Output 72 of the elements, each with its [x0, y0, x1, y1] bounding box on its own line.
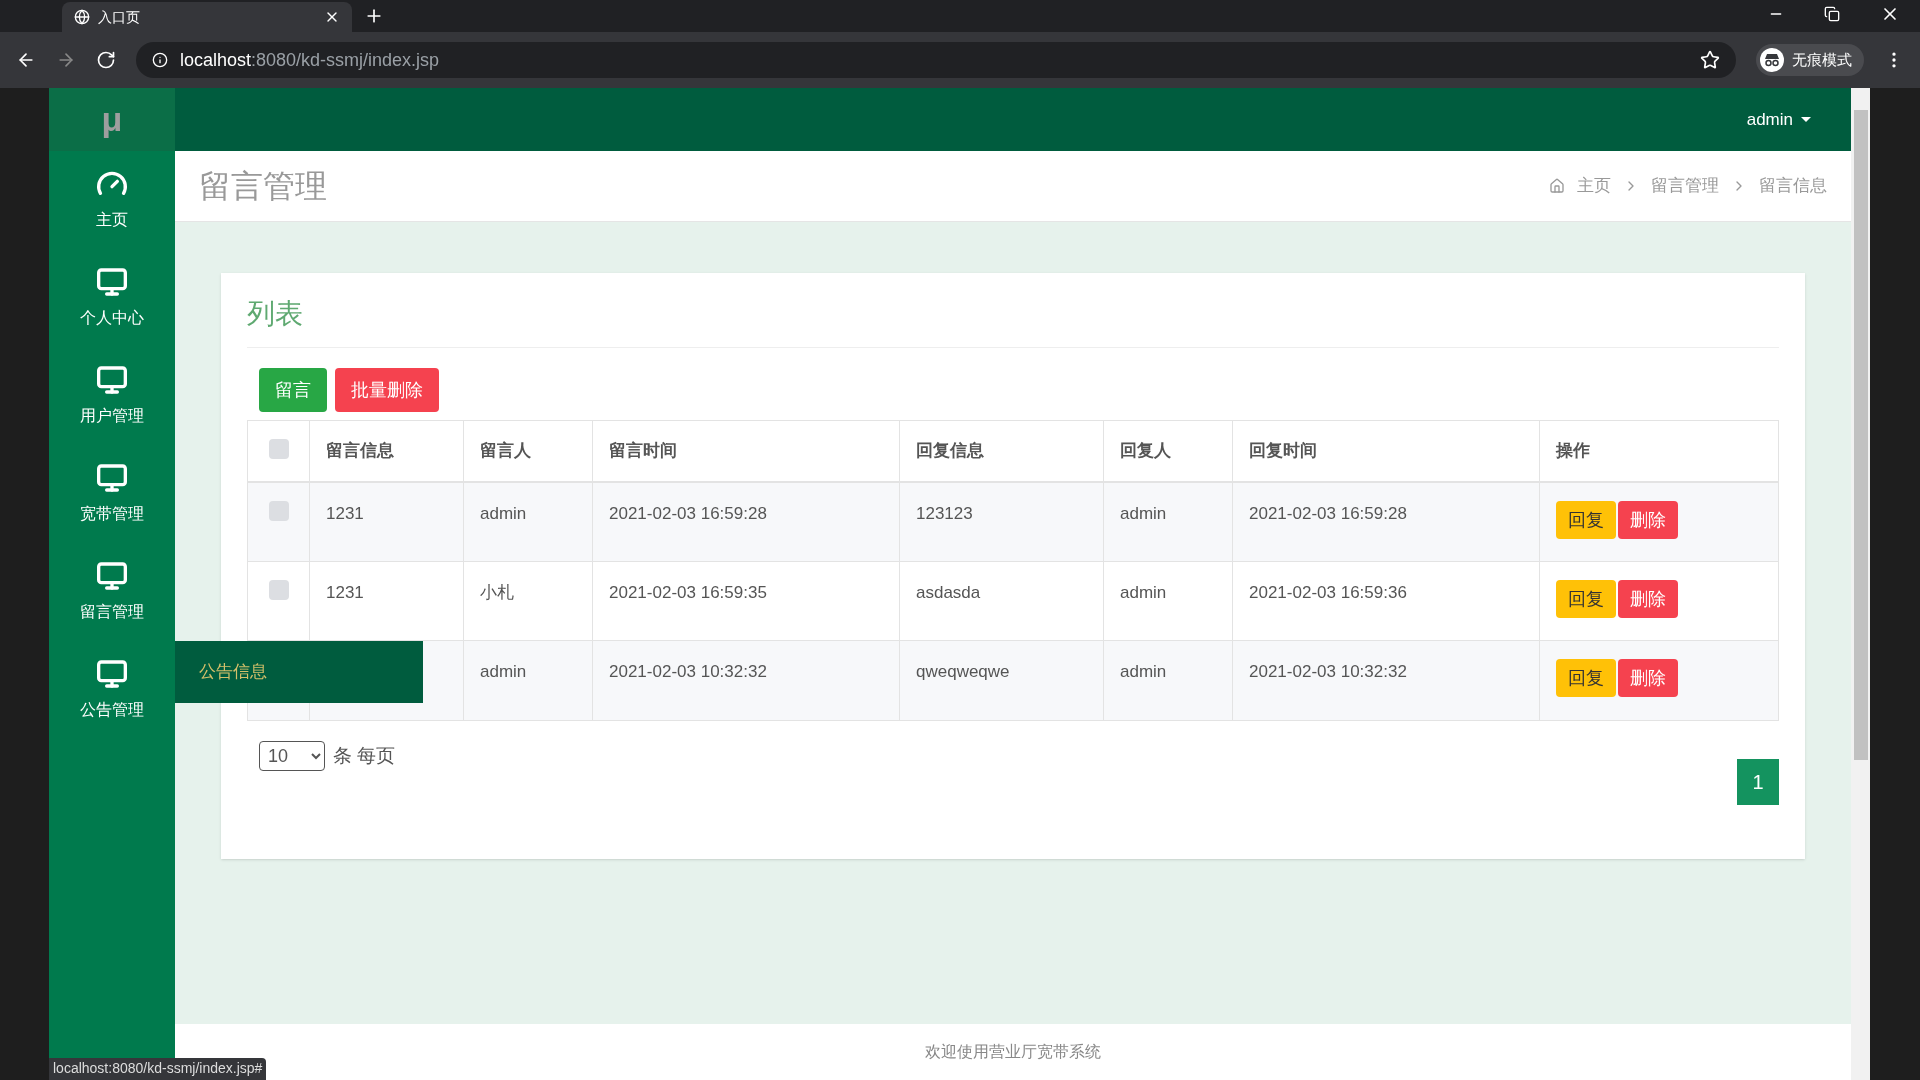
page-size-select[interactable]: 10 — [259, 741, 325, 771]
monitor-icon — [96, 462, 128, 494]
column-header: 操作 — [1554, 440, 1591, 463]
table-cell: 123123 — [916, 504, 973, 523]
row-action-button[interactable]: 回复 — [1556, 580, 1616, 618]
sidebar-item[interactable]: 宽带管理 — [49, 445, 175, 543]
table-cell: 1231 — [326, 583, 364, 602]
table-cell: admin — [1120, 504, 1167, 523]
action-button[interactable]: 批量删除 — [335, 368, 439, 412]
breadcrumb-link[interactable]: 主页 — [1577, 173, 1611, 199]
submenu-item[interactable]: 公告信息 — [199, 659, 267, 685]
column-header: 回复人 — [1104, 421, 1233, 481]
home-icon — [1549, 178, 1565, 194]
breadcrumb-link[interactable]: 留言信息 — [1759, 173, 1827, 199]
scrollbar-thumb[interactable] — [1853, 110, 1868, 760]
row-action-button[interactable]: 删除 — [1618, 501, 1678, 539]
info-icon — [152, 52, 168, 68]
table-cell: admin — [1120, 662, 1167, 681]
reload-icon[interactable] — [96, 50, 116, 70]
table-cell: 2021-02-03 16:59:35 — [609, 583, 767, 602]
table-cell: qweqweqwe — [916, 662, 1010, 681]
table-cell: asdasda — [916, 583, 981, 602]
row-action-button[interactable]: 回复 — [1556, 659, 1616, 697]
globe-icon — [74, 9, 90, 25]
restore-icon[interactable] — [1824, 6, 1840, 22]
column-header: 回复时间 — [1233, 421, 1540, 481]
card-title: 列表 — [247, 293, 1779, 348]
tab-title: 入口页 — [98, 7, 141, 27]
sidebar-item[interactable]: 公告管理 — [49, 641, 175, 739]
footer-text: 欢迎使用营业厅宽带系统 — [925, 1042, 1101, 1062]
checkbox[interactable] — [268, 501, 289, 521]
table-cell: 1231 — [326, 504, 364, 523]
monitor-icon — [96, 560, 128, 592]
sidebar-item[interactable]: 主页 — [49, 151, 175, 249]
page-button[interactable]: 1 — [1737, 759, 1779, 805]
sidebar-item[interactable]: 个人中心 — [49, 249, 175, 347]
monitor-icon — [96, 364, 128, 396]
table-cell: 2021-02-03 16:59:28 — [1249, 504, 1407, 523]
page-size-label: 条 每页 — [333, 743, 396, 768]
address-field[interactable]: localhost:8080/kd-ssmj/index.jsp — [136, 42, 1736, 78]
status-bubble: localhost:8080/kd-ssmj/index.jsp# — [49, 1058, 267, 1080]
action-button[interactable]: 留言 — [259, 368, 327, 412]
sidebar-item[interactable]: 用户管理 — [49, 347, 175, 445]
page-title: 留言管理 — [199, 167, 327, 206]
star-icon[interactable] — [1700, 50, 1720, 70]
sidebar-item[interactable]: 留言管理 — [49, 543, 175, 641]
table-cell: 2021-02-03 10:32:32 — [609, 662, 767, 681]
row-action-button[interactable]: 删除 — [1618, 580, 1678, 618]
column-header: 回复信息 — [900, 421, 1104, 481]
row-action-button[interactable]: 删除 — [1618, 659, 1678, 697]
checkbox[interactable] — [268, 439, 289, 459]
checkbox[interactable] — [268, 580, 289, 600]
column-header: 留言时间 — [593, 421, 900, 481]
browser-tab[interactable]: 入口页 — [62, 2, 352, 32]
table-cell: 2021-02-03 10:32:32 — [1249, 662, 1407, 681]
caret-icon — [1801, 117, 1811, 122]
row-action-button[interactable]: 回复 — [1556, 501, 1616, 539]
table-cell: 小札 — [480, 583, 514, 602]
monitor-icon — [96, 266, 128, 298]
table-cell: 2021-02-03 16:59:36 — [1249, 583, 1407, 602]
monitor-icon — [96, 658, 128, 690]
table-cell: admin — [480, 662, 527, 681]
column-header: 留言信息 — [310, 421, 464, 481]
table-cell: admin — [1120, 583, 1167, 602]
table-cell: 2021-02-03 16:59:28 — [609, 504, 767, 523]
profile-button[interactable]: 无痕模式 — [1756, 44, 1864, 76]
incognito-icon — [1760, 48, 1784, 72]
table-cell: admin — [480, 504, 527, 523]
user-menu[interactable]: admin — [1746, 106, 1811, 133]
breadcrumb-link[interactable]: 留言管理 — [1651, 173, 1719, 199]
column-header: 留言人 — [464, 421, 593, 481]
url-text: localhost:8080/kd-ssmj/index.jsp — [180, 48, 440, 72]
